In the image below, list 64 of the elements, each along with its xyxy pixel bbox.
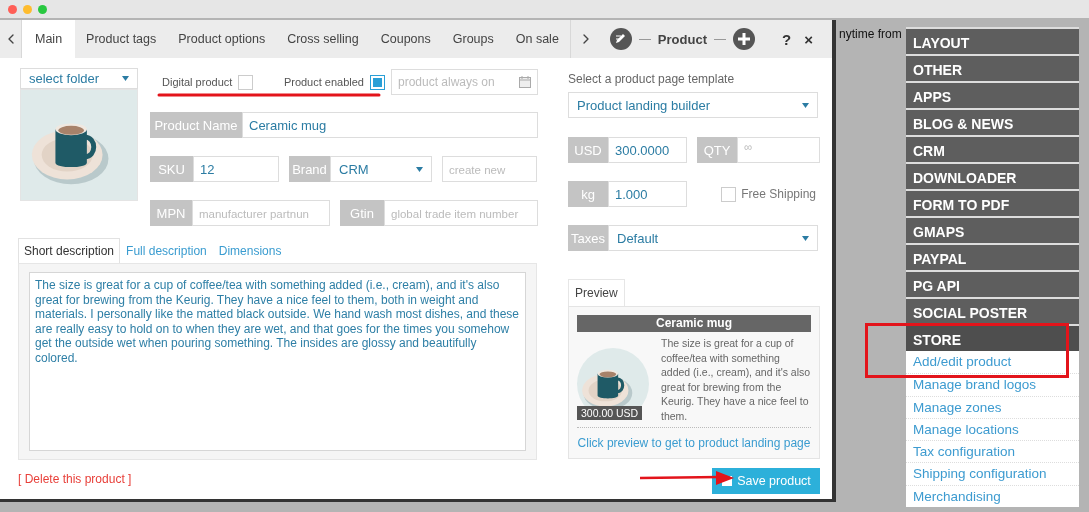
menu-section[interactable]: CRM xyxy=(906,135,1079,162)
checkbox[interactable] xyxy=(721,186,737,202)
menu-section[interactable]: OTHER xyxy=(906,54,1079,81)
caret-icon xyxy=(416,166,423,172)
weight-field[interactable]: 1.000 xyxy=(608,181,687,207)
field-label: QTY xyxy=(697,137,737,163)
brand-select[interactable]: CRM xyxy=(330,156,432,182)
minimize-window-button[interactable] xyxy=(23,4,32,14)
field-label: Product Name xyxy=(150,112,242,138)
background-text: nytime from xyxy=(839,27,903,41)
close-window-button[interactable] xyxy=(8,4,17,14)
delete-link[interactable]: [ Delete this product ] xyxy=(18,472,132,486)
field-label: MPN xyxy=(150,200,192,226)
checkbox[interactable] xyxy=(238,74,254,90)
checkbox-label: Digital product xyxy=(162,76,233,88)
checkbox-label: Free Shipping xyxy=(741,187,816,201)
field-label: SKU xyxy=(150,156,193,182)
preview-title: Ceramic mug xyxy=(577,315,811,332)
price-field[interactable]: 300.0000 xyxy=(608,137,687,163)
price-tag: 300.00 USD xyxy=(577,406,643,420)
preview-text: The size is great for a cup of coffee/tea with something added (i.e., cream), and it's also great for brewing from the Keurig. They have a nice feel to them. xyxy=(661,336,811,423)
caret-icon xyxy=(802,235,809,241)
close-button[interactable]: × xyxy=(801,30,816,48)
edit-icon[interactable] xyxy=(609,28,632,50)
menu-section[interactable]: PG API xyxy=(906,270,1079,297)
calendar-icon xyxy=(519,76,531,88)
plus-icon[interactable] xyxy=(732,28,755,50)
menu-section[interactable]: LAYOUT xyxy=(906,27,1079,54)
checkbox-label: Product enabled xyxy=(283,76,364,88)
field-label: Gtin xyxy=(340,200,384,226)
template-select[interactable]: Product landing builder xyxy=(568,92,818,118)
tab[interactable]: Main xyxy=(22,20,76,58)
maximize-window-button[interactable] xyxy=(38,4,47,14)
field-label: USD xyxy=(568,137,608,163)
menu-section[interactable]: DOWNLOADER xyxy=(906,162,1079,189)
template-label: Select a product page template xyxy=(568,72,736,86)
field-label: Brand xyxy=(289,156,330,182)
mpn-field[interactable]: manufacturer partnun xyxy=(192,200,330,226)
caret-icon xyxy=(122,76,129,81)
new-brand-field[interactable]: create new xyxy=(442,156,537,182)
menu-section[interactable]: STORE xyxy=(906,324,1079,351)
dialog-title: Product xyxy=(657,31,707,47)
quantity-field[interactable]: ∞ xyxy=(737,137,820,163)
date-field[interactable]: product always on xyxy=(391,69,538,95)
gtin-field[interactable]: global trade item number xyxy=(384,200,538,226)
menu-section[interactable]: FORM TO PDF xyxy=(906,189,1079,216)
field-label: kg xyxy=(568,181,608,207)
menu-item[interactable]: Add/edit product xyxy=(906,351,1079,374)
product-name-field[interactable]: Ceramic mug xyxy=(242,112,538,138)
preview-tab[interactable]: Preview xyxy=(568,279,625,306)
help-button[interactable]: ? xyxy=(779,30,795,48)
sku-field[interactable]: 12 xyxy=(193,156,279,182)
menu-section[interactable]: SOCIAL POSTER xyxy=(906,297,1079,324)
menu-section[interactable]: APPS xyxy=(906,81,1079,108)
checkbox[interactable] xyxy=(370,74,385,90)
menu-section[interactable]: BLOG & NEWS xyxy=(906,108,1079,135)
description-field[interactable]: The size is great for a cup of coffee/tea with something added (i.e., cream), and it's also great for brewing from the Keurig. They have a nice feel to them, both in weight and materials. I personally like the matted black outside. We hand wash most dishes, and these are really easy to hold on to when they are wet, and that goes for the times you somehow get the outside wet when pouring something. The insides are glossy and beautifully colored. xyxy=(29,272,526,451)
menu-section[interactable]: PAYPAL xyxy=(906,243,1079,270)
field-label: Taxes xyxy=(568,225,608,251)
taxes-select[interactable]: Default xyxy=(608,225,818,251)
tab[interactable]: Short description xyxy=(18,238,121,263)
caret-icon xyxy=(802,102,809,108)
folder-select[interactable]: select folder xyxy=(20,68,138,89)
menu-section[interactable]: GMAPS xyxy=(906,216,1079,243)
